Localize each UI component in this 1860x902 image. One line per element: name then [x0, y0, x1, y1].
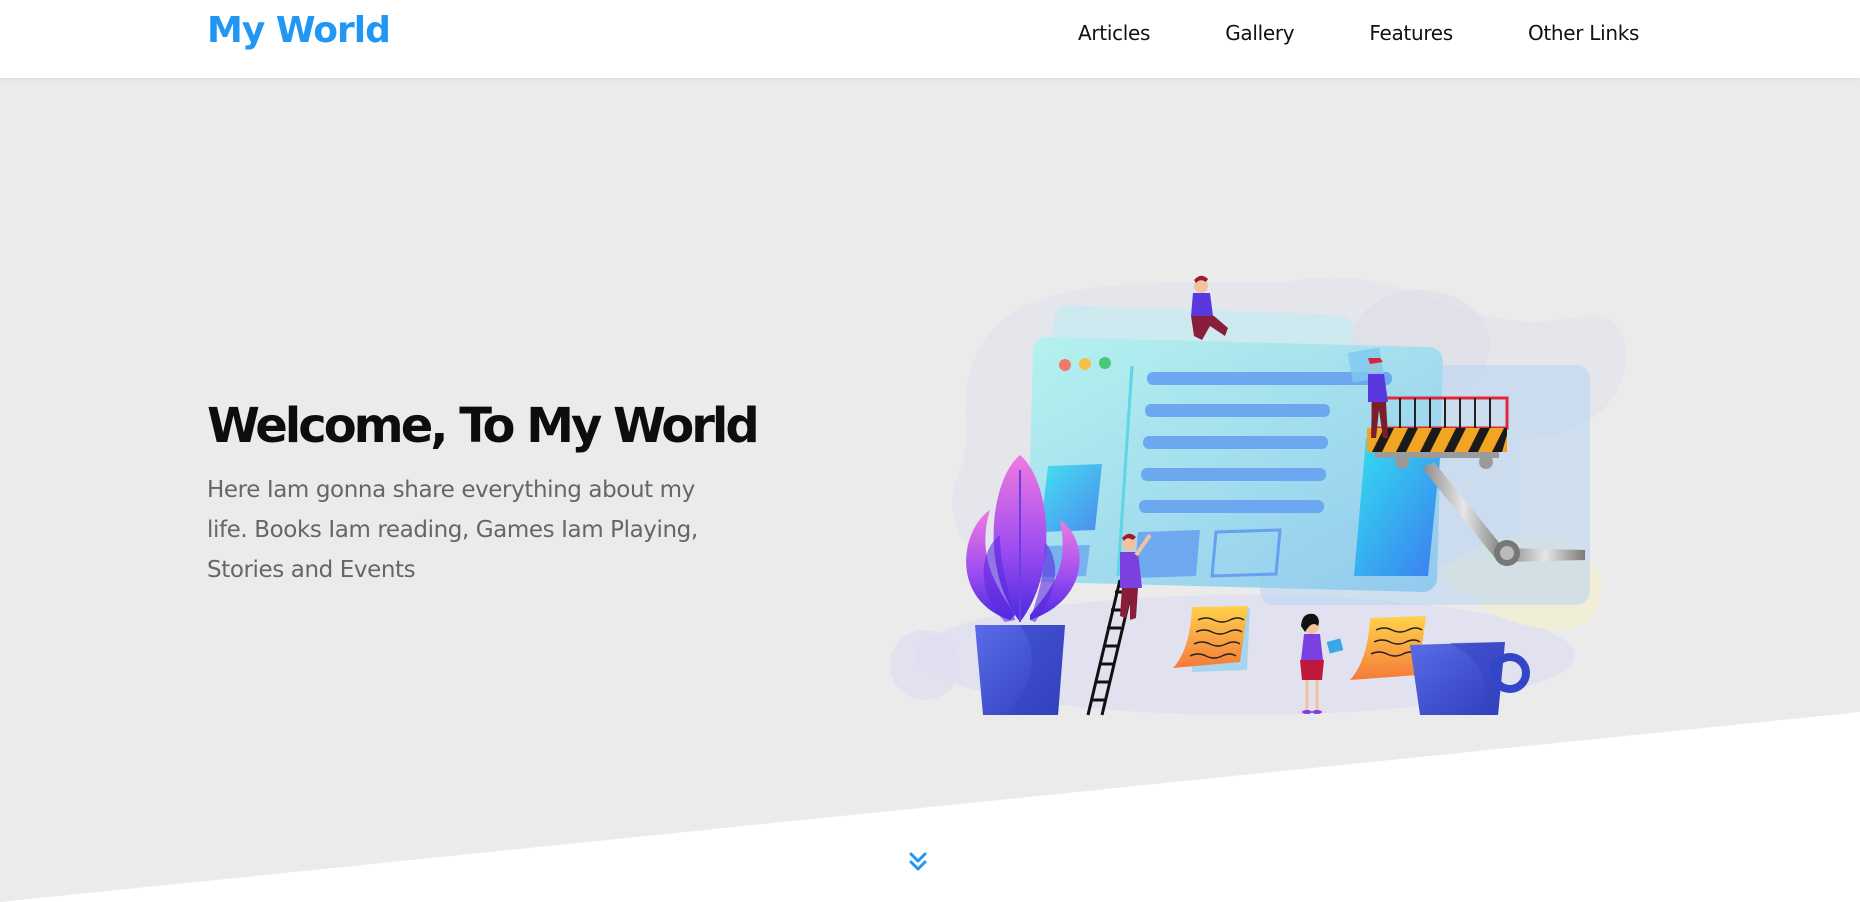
nav-link-features[interactable]: Features — [1369, 21, 1453, 45]
hero-description: Here Iam gonna share everything about my… — [207, 477, 698, 583]
nav-link-gallery[interactable]: Gallery — [1225, 21, 1294, 45]
double-chevron-down-icon[interactable] — [906, 850, 930, 874]
site-header: My World Articles Gallery Features Other… — [0, 0, 1860, 78]
site-logo[interactable]: My World — [207, 10, 391, 51]
nav-link-articles[interactable]: Articles — [1078, 21, 1150, 45]
website-building-illustration — [890, 275, 1626, 716]
nav-link-other-links[interactable]: Other Links — [1528, 21, 1640, 45]
main-nav: Articles Gallery Features Other Links — [1078, 21, 1639, 45]
hero-title: Welcome, To My World — [207, 398, 760, 454]
